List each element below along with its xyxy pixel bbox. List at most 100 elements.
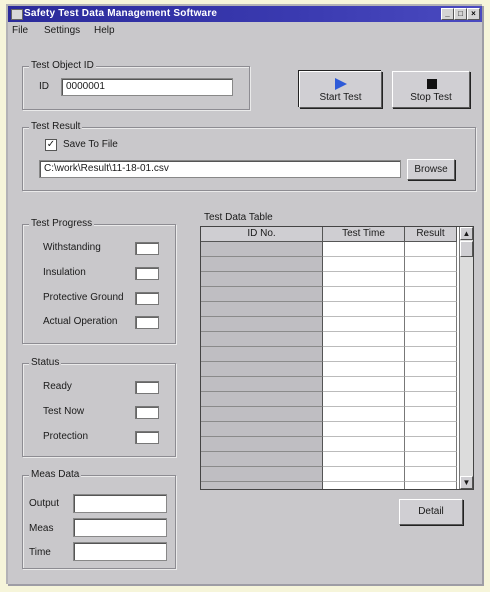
test-time-cell[interactable] (323, 317, 405, 332)
result-cell[interactable] (405, 467, 457, 482)
table-row[interactable] (201, 362, 457, 377)
test-data-table[interactable]: ID No. Test Time Result ▲ ▼ (200, 226, 474, 490)
row-header-cell[interactable] (201, 332, 323, 347)
result-cell[interactable] (405, 347, 457, 362)
row-header-cell[interactable] (201, 482, 323, 489)
table-row[interactable] (201, 482, 457, 489)
test-time-cell[interactable] (323, 482, 405, 489)
start-test-button[interactable]: Start Test (299, 71, 382, 108)
scroll-thumb[interactable] (460, 241, 473, 257)
result-cell[interactable] (405, 407, 457, 422)
table-row[interactable] (201, 242, 457, 257)
row-header-cell[interactable] (201, 407, 323, 422)
row-header-cell[interactable] (201, 347, 323, 362)
title-bar[interactable]: Safety Test Data Management Software _ □… (8, 6, 482, 22)
table-row[interactable] (201, 257, 457, 272)
column-header-id-no[interactable]: ID No. (201, 227, 323, 241)
scroll-up-button[interactable]: ▲ (460, 227, 473, 240)
test-progress-label: Test Progress (29, 218, 95, 229)
table-row[interactable] (201, 347, 457, 362)
table-row[interactable] (201, 467, 457, 482)
test-time-cell[interactable] (323, 272, 405, 287)
result-cell[interactable] (405, 257, 457, 272)
save-to-file-checkbox[interactable]: ✓ (45, 139, 57, 151)
row-header-cell[interactable] (201, 242, 323, 257)
row-header-cell[interactable] (201, 437, 323, 452)
table-row[interactable] (201, 287, 457, 302)
table-row[interactable] (201, 302, 457, 317)
result-cell[interactable] (405, 272, 457, 287)
minimize-button[interactable]: _ (441, 8, 454, 20)
meas-output-field[interactable] (73, 494, 167, 513)
row-header-cell[interactable] (201, 317, 323, 332)
test-result-group: Test Result ✓ Save To File C:\work\Resul… (22, 121, 476, 191)
menu-settings[interactable]: Settings (44, 25, 80, 36)
result-cell[interactable] (405, 287, 457, 302)
table-row[interactable] (201, 392, 457, 407)
row-header-cell[interactable] (201, 467, 323, 482)
close-button[interactable]: × (467, 8, 480, 20)
row-header-cell[interactable] (201, 452, 323, 467)
test-time-cell[interactable] (323, 452, 405, 467)
table-header: ID No. Test Time Result (201, 227, 457, 242)
table-row[interactable] (201, 437, 457, 452)
table-row[interactable] (201, 317, 457, 332)
menu-help[interactable]: Help (94, 25, 115, 36)
table-row[interactable] (201, 377, 457, 392)
detail-button[interactable]: Detail (399, 499, 463, 525)
test-time-cell[interactable] (323, 287, 405, 302)
progress-withstanding-label: Withstanding (43, 242, 101, 253)
test-time-cell[interactable] (323, 407, 405, 422)
result-cell[interactable] (405, 437, 457, 452)
table-row[interactable] (201, 272, 457, 287)
file-path-input[interactable]: C:\work\Result\11-18-01.csv (39, 160, 401, 178)
progress-insulation-indicator (135, 267, 159, 280)
browse-button[interactable]: Browse (407, 159, 455, 180)
scroll-down-button[interactable]: ▼ (460, 476, 473, 489)
test-object-id-label: Test Object ID (29, 60, 96, 71)
column-header-test-time[interactable]: Test Time (323, 227, 405, 241)
result-cell[interactable] (405, 242, 457, 257)
test-time-cell[interactable] (323, 392, 405, 407)
test-time-cell[interactable] (323, 437, 405, 452)
result-cell[interactable] (405, 482, 457, 489)
row-header-cell[interactable] (201, 302, 323, 317)
meas-time-field[interactable] (73, 542, 167, 561)
row-header-cell[interactable] (201, 287, 323, 302)
result-cell[interactable] (405, 302, 457, 317)
table-row[interactable] (201, 422, 457, 437)
stop-test-button[interactable]: Stop Test (392, 71, 470, 108)
test-time-cell[interactable] (323, 422, 405, 437)
test-time-cell[interactable] (323, 347, 405, 362)
row-header-cell[interactable] (201, 392, 323, 407)
result-cell[interactable] (405, 332, 457, 347)
test-time-cell[interactable] (323, 332, 405, 347)
test-time-cell[interactable] (323, 257, 405, 272)
test-time-cell[interactable] (323, 302, 405, 317)
save-to-file-label: Save To File (63, 139, 118, 150)
row-header-cell[interactable] (201, 272, 323, 287)
row-header-cell[interactable] (201, 362, 323, 377)
table-vertical-scrollbar[interactable]: ▲ ▼ (459, 227, 473, 489)
maximize-button[interactable]: □ (454, 8, 467, 20)
result-cell[interactable] (405, 452, 457, 467)
table-row[interactable] (201, 332, 457, 347)
row-header-cell[interactable] (201, 377, 323, 392)
table-row[interactable] (201, 407, 457, 422)
menu-file[interactable]: File (12, 25, 28, 36)
result-cell[interactable] (405, 392, 457, 407)
result-cell[interactable] (405, 317, 457, 332)
test-time-cell[interactable] (323, 362, 405, 377)
test-time-cell[interactable] (323, 242, 405, 257)
table-row[interactable] (201, 452, 457, 467)
test-time-cell[interactable] (323, 467, 405, 482)
test-time-cell[interactable] (323, 377, 405, 392)
result-cell[interactable] (405, 422, 457, 437)
object-id-input[interactable]: 0000001 (61, 78, 233, 96)
row-header-cell[interactable] (201, 257, 323, 272)
column-header-result[interactable]: Result (405, 227, 457, 241)
result-cell[interactable] (405, 362, 457, 377)
row-header-cell[interactable] (201, 422, 323, 437)
meas-meas-field[interactable] (73, 518, 167, 537)
result-cell[interactable] (405, 377, 457, 392)
